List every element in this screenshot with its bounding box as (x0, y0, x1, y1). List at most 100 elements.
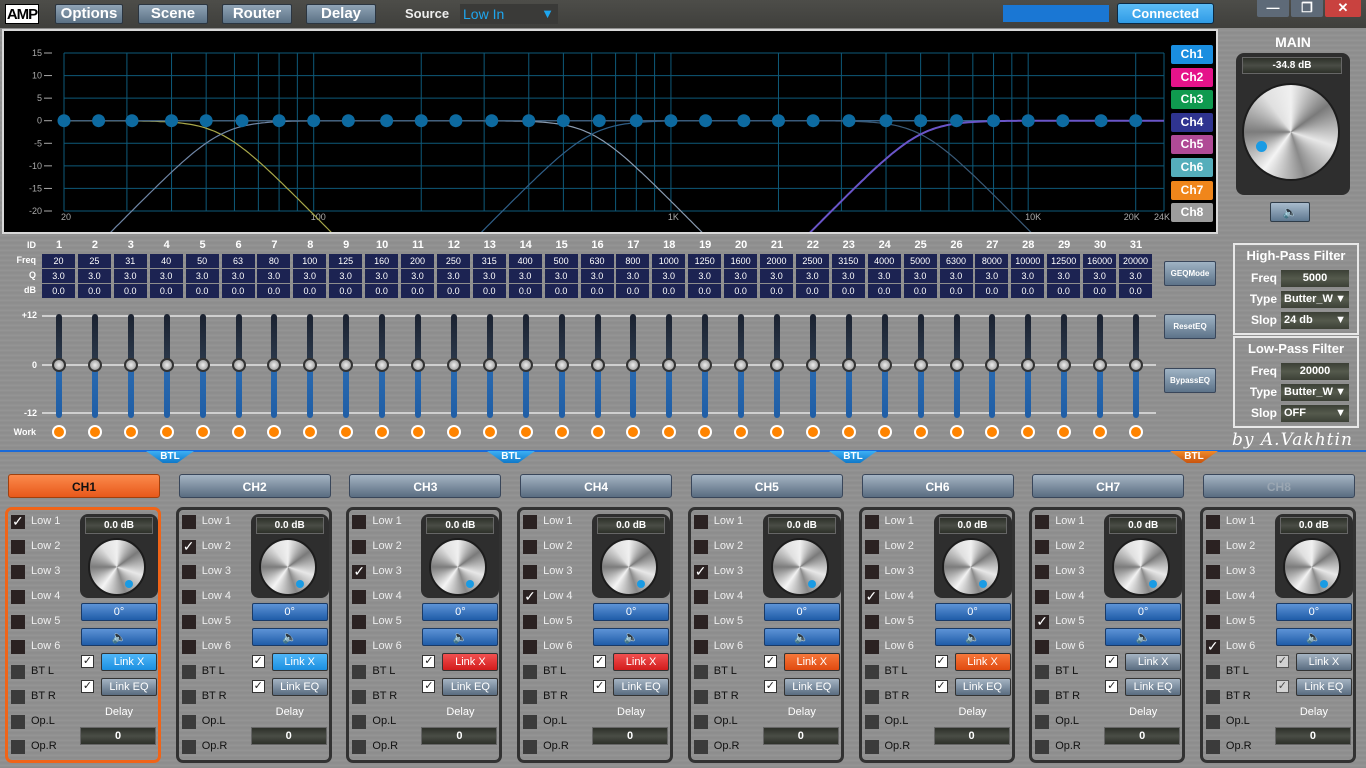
input-route-row[interactable]: Low 3 (523, 563, 603, 581)
input-route-row[interactable]: BT L (1035, 663, 1115, 681)
input-route-row[interactable]: BT R (523, 688, 603, 706)
link-x-button[interactable]: Link X (442, 653, 499, 671)
band-work-indicator[interactable] (375, 425, 390, 439)
eq-response-graph[interactable]: 15 10 5 0 -5 -10 -15 -20 20 100 1K 10K 20K 24K Ch1 Ch2… (2, 29, 1218, 234)
band-work-indicator[interactable] (698, 425, 713, 439)
geq-mode-button[interactable]: GEQMode (1164, 261, 1216, 286)
route-checkbox[interactable] (352, 615, 367, 629)
route-checkbox[interactable]: ✓ (352, 563, 367, 579)
route-checkbox[interactable] (11, 565, 25, 579)
route-checkbox[interactable] (523, 715, 538, 729)
band-work-indicator[interactable] (411, 425, 425, 439)
input-route-row[interactable]: BT R (352, 688, 432, 706)
band-db-cell[interactable]: 0.0 (652, 284, 686, 298)
route-checkbox[interactable] (693, 540, 708, 554)
band-work-indicator[interactable] (734, 425, 749, 439)
input-route-row[interactable]: ✓ Low 4 (523, 588, 603, 606)
channel-5-select-button[interactable]: CH5 (690, 474, 843, 498)
route-checkbox[interactable] (523, 665, 538, 679)
route-checkbox[interactable] (864, 565, 879, 579)
slider-thumb[interactable] (482, 358, 497, 372)
route-checkbox[interactable] (523, 640, 538, 654)
route-checkbox[interactable]: ✓ (181, 538, 196, 554)
input-route-row[interactable]: Low 6 (1035, 638, 1115, 656)
input-route-row[interactable]: BT R (11, 688, 91, 706)
input-route-row[interactable]: Low 2 (11, 538, 91, 556)
band-freq-cell[interactable]: 200 (401, 254, 434, 268)
link-eq-checkbox[interactable]: ✓ (763, 680, 777, 693)
band-freq-cell[interactable]: 1600 (724, 254, 758, 268)
input-route-row[interactable]: Low 5 (693, 613, 774, 631)
route-checkbox[interactable] (1035, 640, 1050, 654)
graph-channel-ch5-button[interactable]: Ch5 (1171, 135, 1213, 155)
input-route-row[interactable]: Low 5 (1205, 613, 1286, 631)
band-freq-cell[interactable]: 160 (365, 254, 399, 268)
band-work-indicator[interactable] (913, 425, 928, 439)
input-route-row[interactable]: BT L (11, 663, 91, 681)
delay-input[interactable]: 0 (1274, 727, 1351, 745)
route-checkbox[interactable] (523, 740, 538, 754)
band-work-indicator[interactable] (518, 425, 533, 439)
input-route-row[interactable]: Low 1 (352, 513, 432, 531)
band-db-cell[interactable]: 0.0 (401, 284, 434, 298)
slider-thumb[interactable] (1021, 358, 1036, 372)
band-q-cell[interactable]: 3.0 (221, 269, 255, 283)
input-route-row[interactable]: Low 1 (693, 513, 774, 531)
route-checkbox[interactable] (181, 640, 196, 654)
link-x-button[interactable]: Link X (783, 653, 840, 671)
input-route-row[interactable]: Low 2 (523, 538, 603, 556)
main-mute-button[interactable]: 🔈 (1270, 202, 1310, 222)
band-q-cell[interactable]: 3.0 (1047, 269, 1081, 283)
slider-thumb[interactable] (411, 358, 425, 372)
input-route-row[interactable]: Op.L (181, 713, 262, 731)
delay-input[interactable]: 0 (592, 727, 669, 745)
input-route-row[interactable]: Op.R (11, 738, 91, 756)
link-x-button[interactable]: Link X (271, 653, 328, 671)
link-eq-checkbox[interactable]: ✓ (934, 680, 948, 693)
btl-link-7-8[interactable]: BTL (1170, 451, 1218, 463)
route-checkbox[interactable] (352, 665, 367, 679)
channel-gain-knob[interactable] (941, 538, 1000, 596)
input-route-row[interactable]: Low 4 (181, 588, 262, 606)
band-q-cell[interactable]: 3.0 (652, 269, 686, 283)
route-checkbox[interactable] (1205, 540, 1220, 554)
slider-thumb[interactable] (734, 358, 749, 372)
route-checkbox[interactable]: ✓ (1205, 638, 1220, 654)
band-freq-cell[interactable]: 80 (257, 254, 291, 268)
band-q-cell[interactable]: 3.0 (975, 269, 1009, 283)
graph-channel-ch4-button[interactable]: Ch4 (1171, 112, 1213, 132)
channel-gain-knob[interactable] (1282, 538, 1341, 596)
band-q-cell[interactable]: 3.0 (903, 269, 937, 283)
channel-1-select-button[interactable]: CH1 (8, 474, 160, 498)
band-work-indicator[interactable] (303, 425, 318, 439)
slider-thumb[interactable] (303, 358, 318, 372)
band-db-cell[interactable]: 0.0 (795, 284, 829, 298)
channel-3-select-button[interactable]: CH3 (349, 474, 502, 498)
channel-8-select-button[interactable]: CH8 (1202, 474, 1355, 498)
lpf-slope-select[interactable]: OFF ▼ (1281, 405, 1349, 422)
slider-thumb[interactable] (159, 358, 174, 372)
channel-mute-button[interactable]: 🔈 (763, 628, 840, 646)
slider-thumb[interactable] (770, 358, 784, 372)
band-q-cell[interactable]: 3.0 (580, 269, 614, 283)
slider-thumb[interactable] (231, 358, 246, 372)
slider-thumb[interactable] (123, 358, 138, 372)
input-route-row[interactable]: Low 6 (352, 638, 432, 656)
band-work-indicator[interactable] (1021, 425, 1036, 439)
route-checkbox[interactable] (1035, 540, 1050, 554)
link-x-button[interactable]: Link X (101, 653, 157, 671)
band-db-cell[interactable]: 0.0 (436, 284, 470, 298)
input-route-row[interactable]: Low 1 (864, 513, 945, 531)
route-checkbox[interactable] (693, 740, 708, 754)
band-freq-cell[interactable]: 3150 (831, 254, 865, 268)
route-checkbox[interactable]: ✓ (693, 563, 708, 579)
route-checkbox[interactable] (864, 740, 879, 754)
phase-button[interactable]: 0° (1105, 603, 1182, 621)
band-db-cell[interactable]: 0.0 (257, 284, 291, 298)
input-route-row[interactable]: BT L (1205, 663, 1286, 681)
input-route-row[interactable]: Low 4 (693, 588, 774, 606)
link-x-button[interactable]: Link X (1295, 653, 1352, 671)
band-work-indicator[interactable] (841, 425, 856, 439)
slider-thumb[interactable] (1057, 358, 1072, 372)
delay-input[interactable]: 0 (1104, 727, 1181, 745)
